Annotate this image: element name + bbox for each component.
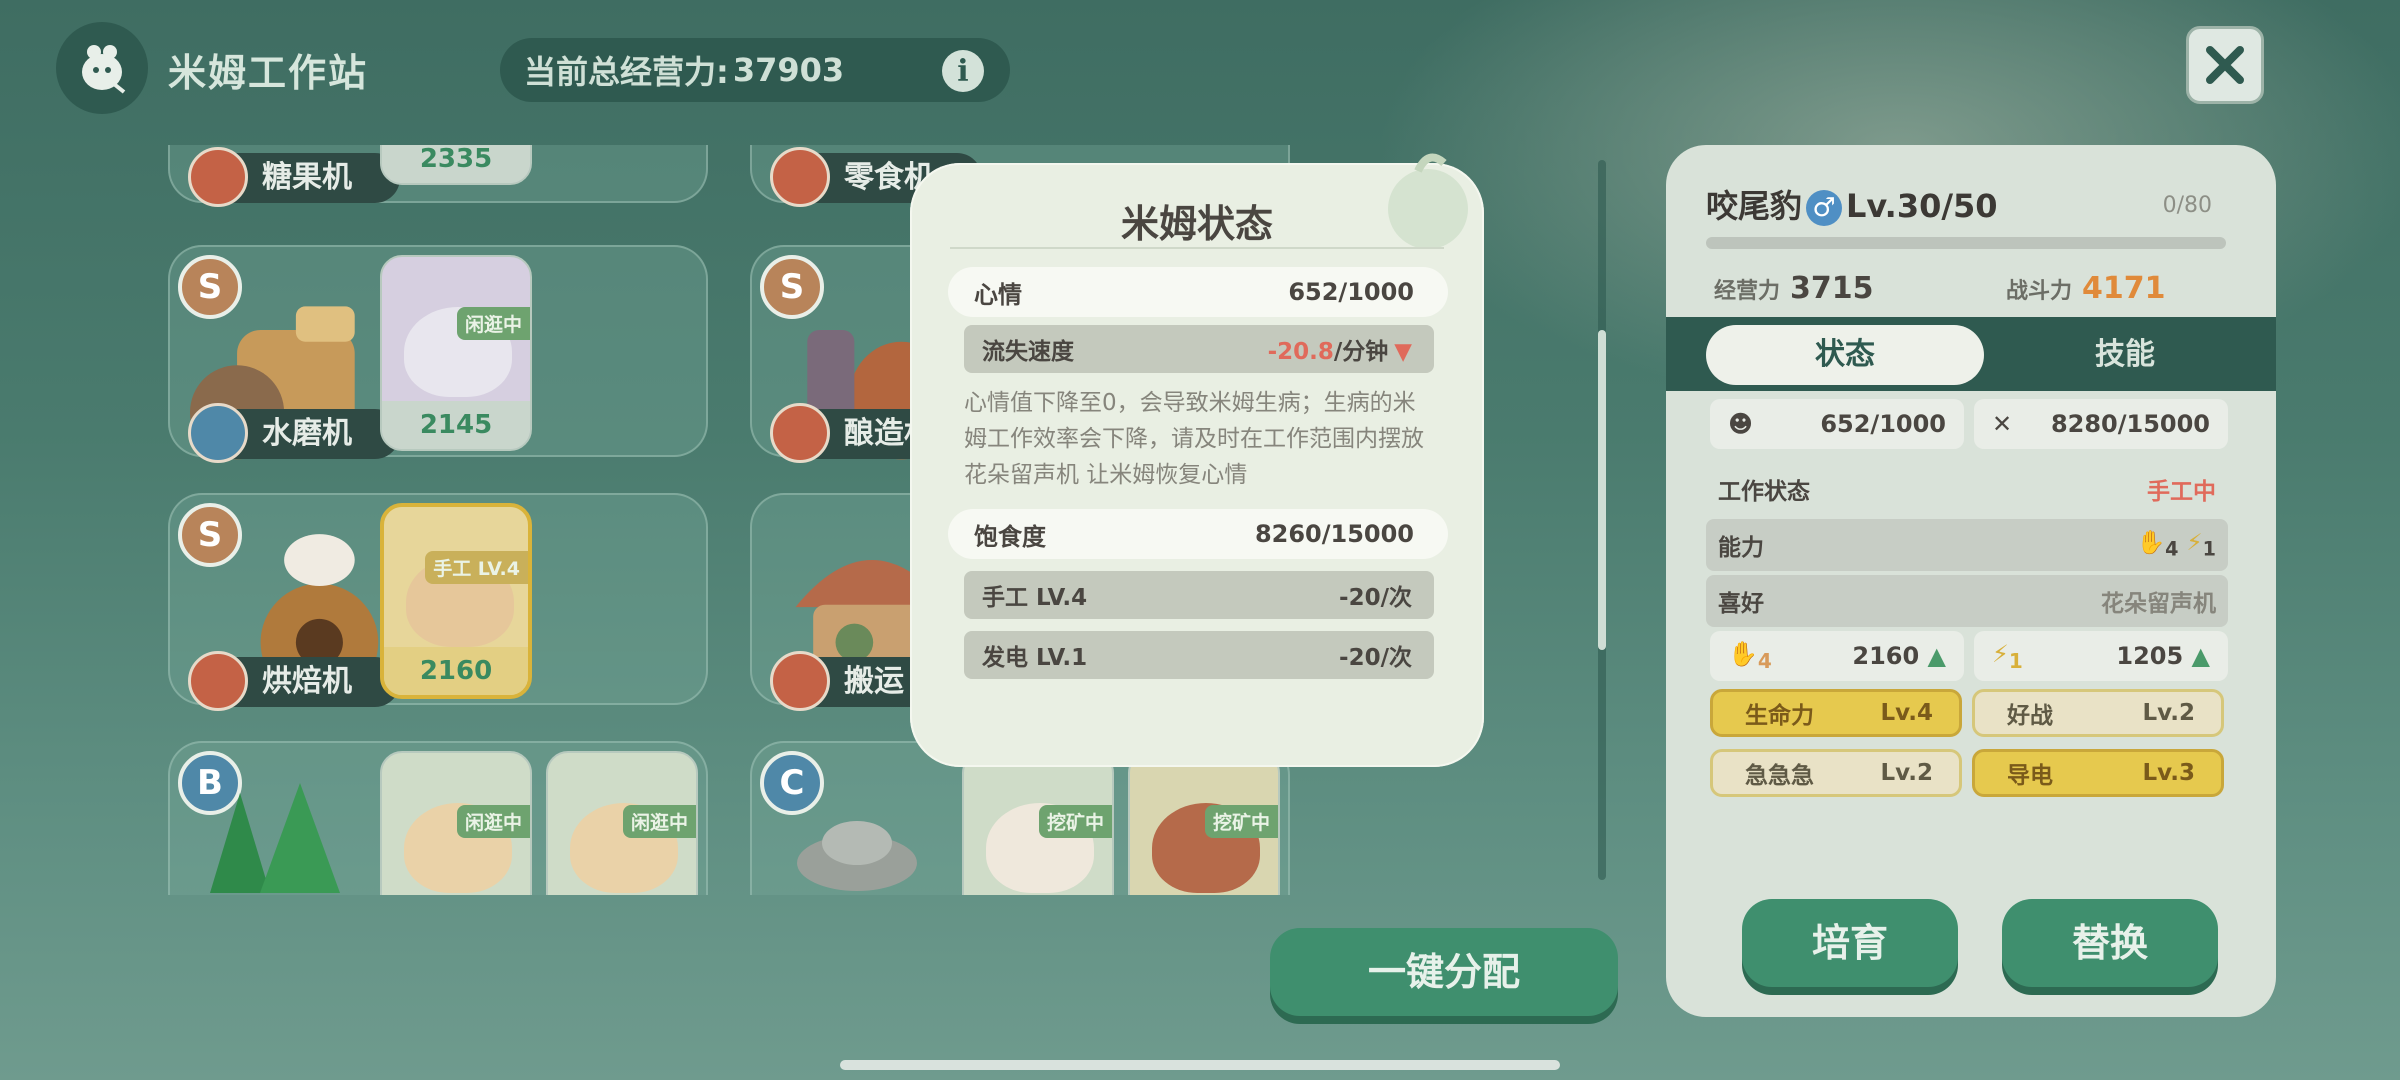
- tab-status[interactable]: 状态: [1706, 325, 1984, 385]
- auto-assign-button[interactable]: 一键分配: [1270, 928, 1618, 1016]
- water-icon: [188, 403, 248, 463]
- mimu-card[interactable]: 闲逛中 2145: [380, 255, 532, 451]
- rock-icon: [797, 821, 917, 891]
- machine-label: 糖果机: [188, 147, 400, 207]
- mimu-name-level: 咬尾豹 ♂ Lv.30/50: [1706, 187, 1998, 226]
- close-icon: [2206, 46, 2244, 84]
- consumption-row: 发电 LV.1 -20/次: [964, 631, 1434, 679]
- hand-icon: ✋4: [1728, 639, 1772, 673]
- tree-icon: [210, 783, 340, 893]
- status-tag: 闲逛中: [456, 307, 530, 340]
- mood-description: 心情值下降至0，会导致米姆生病；生病的米姆工作效率会下降，请及时在工作范围内摆放…: [964, 390, 1424, 488]
- male-icon: ♂: [1806, 190, 1843, 226]
- skill-badge[interactable]: 急急急 Lv.2: [1710, 749, 1962, 797]
- train-button[interactable]: 培育: [1742, 899, 1958, 987]
- skill-badge[interactable]: 生命力 Lv.4: [1710, 689, 1962, 737]
- tab-skills[interactable]: 技能: [1986, 325, 2264, 385]
- food-pill: ✕ 8280/15000: [1974, 399, 2228, 449]
- skill-badge[interactable]: 好战 Lv.2: [1972, 689, 2224, 737]
- replace-button[interactable]: 替换: [2002, 899, 2218, 987]
- food-count: 0/80: [2162, 193, 2212, 218]
- info-icon[interactable]: i: [942, 50, 984, 92]
- machine-slot[interactable]: S 水磨机 闲逛中 2145: [168, 245, 708, 463]
- popup-title: 米姆状态: [1120, 202, 1273, 246]
- lightning-icon: ⚡: [2186, 530, 2203, 557]
- mimu-card[interactable]: 闲逛中: [546, 751, 698, 895]
- machine-label: 烘焙机: [188, 651, 400, 711]
- handwork-stat: ✋4 2160 ▲: [1710, 631, 1964, 681]
- hand-icon: ✋: [2136, 530, 2166, 557]
- hand-icon: [188, 651, 248, 711]
- up-arrow-icon: ▲: [1927, 642, 1946, 670]
- machine-slot[interactable]: S 烘焙机 手工 LV.4 2160: [168, 493, 708, 711]
- smile-icon: ☻: [1728, 410, 1754, 438]
- home-indicator[interactable]: [840, 1060, 1560, 1070]
- machine-label: 水磨机: [188, 403, 400, 463]
- loss-rate-row: 流失速度 -20.8/分钟 ▼: [964, 325, 1434, 373]
- operating-value: 37903: [732, 51, 845, 89]
- ability-row: 能力 ✋4 ⚡1: [1706, 519, 2228, 571]
- station-logo-icon: [56, 22, 148, 114]
- mood-pill: ☻ 652/1000: [1710, 399, 1964, 449]
- fire-icon: [188, 147, 248, 207]
- mimu-card[interactable]: 挖矿中: [962, 751, 1114, 895]
- combat-stat: 战斗力 4171: [2006, 271, 2166, 306]
- work-status-row: 工作状态 手工中: [1718, 479, 2216, 505]
- machine-slot[interactable]: 糖果机 2335: [168, 145, 708, 207]
- exp-bar: [1706, 237, 2226, 249]
- machine-slot[interactable]: B 闲逛中 闲逛中: [168, 741, 708, 895]
- mimu-card-selected[interactable]: 手工 LV.4 2160: [380, 503, 532, 699]
- page-title: 米姆工作站: [168, 51, 369, 95]
- status-tag: 手工 LV.4: [425, 551, 528, 584]
- skill-badge[interactable]: 导电 Lv.3: [1972, 749, 2224, 797]
- lightning-icon: ⚡1: [1992, 639, 2023, 673]
- satiety-row: 饱食度 8260/15000: [948, 509, 1448, 559]
- panel-tabs: 状态 技能: [1666, 317, 2276, 391]
- fire-icon: [770, 403, 830, 463]
- mood-row: 心情 652/1000: [948, 267, 1448, 317]
- hand-icon: [770, 147, 830, 207]
- operating-label: 当前总经营力:: [524, 53, 729, 91]
- down-arrow-icon: ▼: [1394, 339, 1412, 365]
- total-operating-power: 当前总经营力: 37903 i: [500, 38, 1010, 102]
- operating-stat: 经营力 3715: [1714, 271, 1874, 306]
- utensils-icon: ✕: [1992, 410, 2013, 438]
- scrollbar-thumb[interactable]: [1598, 330, 1606, 650]
- close-button[interactable]: [2186, 26, 2264, 104]
- mimu-card[interactable]: 2335: [380, 145, 532, 185]
- mimu-status-popup: 米姆状态 心情 652/1000 流失速度 -20.8/分钟 ▼ 心情值下降至0，会…: [910, 153, 1484, 767]
- divider: [950, 247, 1444, 249]
- mimu-card[interactable]: 挖矿中: [1128, 751, 1280, 895]
- electric-stat: ⚡1 1205 ▲: [1974, 631, 2228, 681]
- transport-icon: [770, 651, 830, 711]
- mimu-detail-panel: 咬尾豹 ♂ Lv.30/50 0/80 经营力 3715 战斗力 4171 状态 技能 …: [1666, 145, 2276, 1017]
- up-arrow-icon: ▲: [2191, 642, 2210, 670]
- consumption-row: 手工 LV.4 -20/次: [964, 571, 1434, 619]
- preference-row: 喜好 花朵留声机: [1706, 575, 2228, 627]
- mimu-card[interactable]: 闲逛中: [380, 751, 532, 895]
